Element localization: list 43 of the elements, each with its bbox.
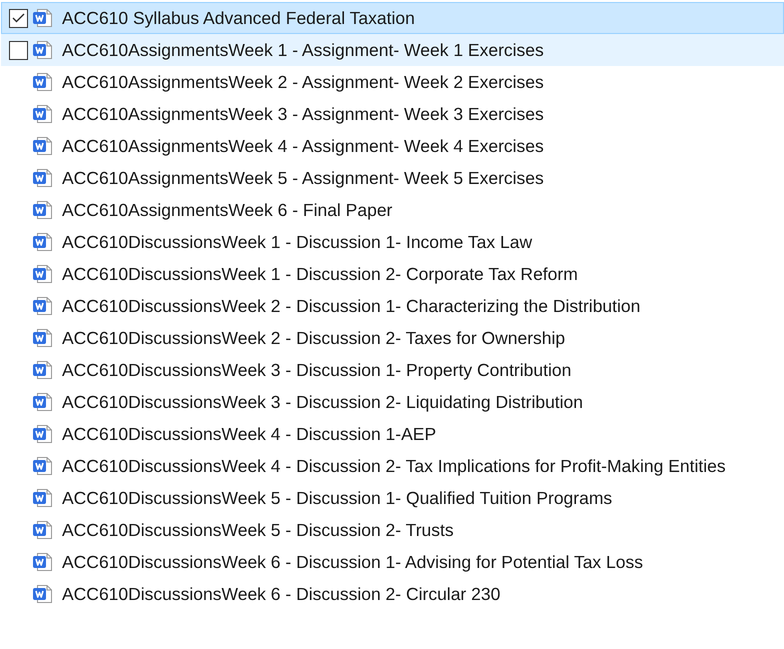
file-name: ACC610 Syllabus Advanced Federal Taxation	[62, 6, 415, 30]
document-icon	[33, 9, 52, 27]
file-row[interactable]: ACC610 Syllabus Advanced Federal Taxation	[1, 2, 784, 34]
document-icon	[33, 329, 52, 347]
document-icon	[33, 41, 52, 59]
file-name: ACC610AssignmentsWeek 5 - Assignment- Week 5 Exercises	[62, 166, 544, 190]
file-name: ACC610DiscussionsWeek 2 - Discussion 1- Characterizing the Distribution	[62, 294, 640, 318]
checkbox[interactable]	[9, 8, 28, 28]
document-icon	[33, 393, 52, 411]
document-icon	[33, 265, 52, 283]
file-name: ACC610DiscussionsWeek 2 - Discussion 2- Taxes for Ownership	[62, 326, 566, 350]
file-name: ACC610DiscussionsWeek 1 - Discussion 2- Corporate Tax Reform	[62, 262, 578, 286]
file-name: ACC610DiscussionsWeek 1 - Discussion 1- Income Tax Law	[62, 230, 532, 254]
checkmark-icon	[12, 13, 25, 23]
file-name: ACC610DiscussionsWeek 4 - Discussion 2- Tax Implications for Profit-Making Entities	[62, 454, 726, 478]
file-name: ACC610DiscussionsWeek 6 - Discussion 1- Advising for Potential Tax Loss	[62, 550, 644, 574]
document-icon	[33, 425, 52, 443]
file-name: ACC610DiscussionsWeek 3 - Discussion 1- Property Contribution	[62, 358, 572, 382]
file-name: ACC610AssignmentsWeek 4 - Assignment- Week 4 Exercises	[62, 134, 544, 158]
document-icon	[33, 553, 52, 571]
checkbox[interactable]	[9, 40, 28, 60]
file-name: ACC610DiscussionsWeek 3 - Discussion 2- Liquidating Distribution	[62, 390, 584, 414]
document-icon	[33, 457, 52, 475]
document-icon	[33, 201, 52, 219]
file-name: ACC610DiscussionsWeek 4 - Discussion 1-AEP	[62, 422, 436, 446]
file-name: ACC610AssignmentsWeek 1 - Assignment- Week 1 Exercises	[62, 38, 544, 62]
document-icon	[33, 169, 52, 187]
document-icon	[33, 73, 52, 91]
document-icon	[33, 361, 52, 379]
document-icon	[33, 233, 52, 251]
file-row[interactable]: ACC610AssignmentsWeek 1 - Assignment- Week 1 Exercises	[1, 34, 784, 66]
file-name: ACC610DiscussionsWeek 5 - Discussion 2- Trusts	[62, 518, 454, 542]
document-icon	[33, 489, 52, 507]
document-icon	[33, 137, 52, 155]
file-name: ACC610AssignmentsWeek 3 - Assignment- Week 3 Exercises	[62, 102, 544, 126]
document-icon	[33, 297, 52, 315]
document-icon	[33, 585, 52, 603]
file-name: ACC610AssignmentsWeek 6 - Final Paper	[62, 198, 392, 222]
document-icon	[33, 521, 52, 539]
document-icon	[33, 105, 52, 123]
file-name: ACC610AssignmentsWeek 2 - Assignment- Week 2 Exercises	[62, 70, 544, 94]
file-name: ACC610DiscussionsWeek 5 - Discussion 1- Qualified Tuition Programs	[62, 486, 612, 510]
file-name: ACC610DiscussionsWeek 6 - Discussion 2- Circular 230	[62, 582, 500, 606]
